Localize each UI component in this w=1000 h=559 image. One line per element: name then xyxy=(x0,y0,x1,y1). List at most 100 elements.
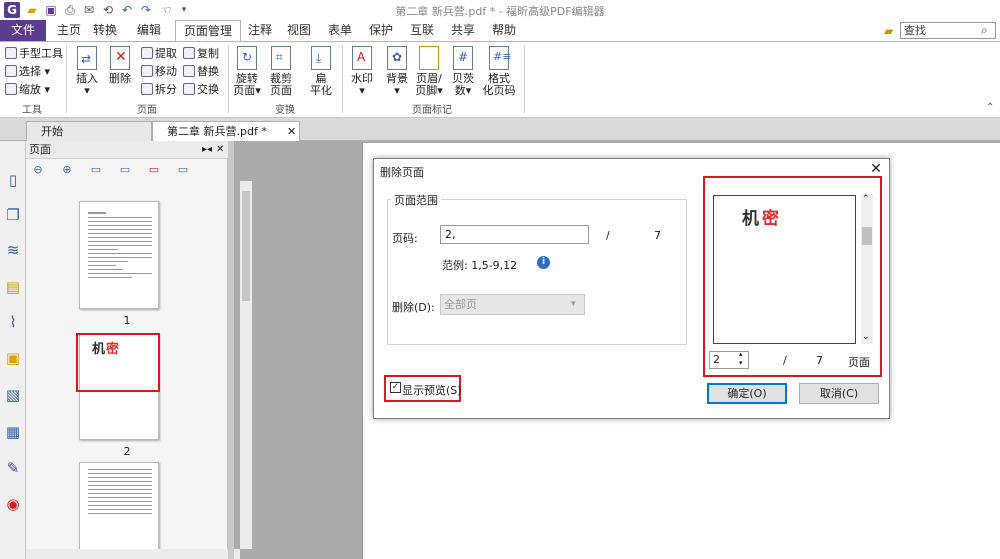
delete-range-select[interactable]: 全部页 ▾ xyxy=(440,294,585,315)
watermark-button[interactable]: A 水印 ▾ xyxy=(345,46,379,97)
move-icon xyxy=(141,65,153,77)
page-number-2: 2 xyxy=(123,445,131,458)
select-tool-button[interactable]: 选择 ▾ xyxy=(5,63,50,80)
tab-page-management[interactable]: 页面管理 xyxy=(175,20,241,42)
tab-comment[interactable]: 注释 xyxy=(243,20,277,41)
page-number-1: 1 xyxy=(123,314,131,327)
page-number-input[interactable]: 2, xyxy=(440,225,589,244)
insert-page-button[interactable]: ⇄ 插入 ▾ xyxy=(70,46,104,97)
page-zoom-in-icon[interactable]: ⊕ xyxy=(60,163,74,177)
form-fields-icon[interactable]: ▦ xyxy=(4,423,22,441)
ok-button[interactable]: 确定(O) xyxy=(707,383,787,404)
watermark-icon: A xyxy=(352,46,372,70)
select-text-icon xyxy=(5,65,17,77)
tab-connect[interactable]: 互联 xyxy=(404,20,440,41)
group-label-tools: 工具 xyxy=(22,105,42,116)
tab-start[interactable]: 开始 xyxy=(26,121,152,141)
group-divider xyxy=(524,45,525,113)
crop-page-button[interactable]: ⌗ 裁剪 页面 xyxy=(264,46,298,97)
close-panel-icon[interactable]: ✕ xyxy=(216,141,224,159)
preview-scrollbar[interactable]: ⌃ ⌄ xyxy=(861,194,873,344)
tab-convert[interactable]: 转换 xyxy=(88,20,122,41)
document-tab-bar: 开始 第二章 新兵营.pdf * ✕ xyxy=(0,118,1000,141)
extract-pages-icon[interactable]: ▭ xyxy=(118,163,132,177)
group-label-transform: 变换 xyxy=(275,105,295,116)
preview-text-a: 机 xyxy=(742,209,759,229)
delete-page-button[interactable]: ✕ 删除 xyxy=(103,46,137,85)
tab-share[interactable]: 共享 xyxy=(445,20,481,41)
panel-vertical-scrollbar[interactable] xyxy=(240,181,252,549)
file-menu[interactable]: 文件 xyxy=(0,20,46,41)
document-settings-icon[interactable]: ▧ xyxy=(4,386,22,404)
thumbnail-text-a: 机 xyxy=(92,342,106,357)
split-page-button[interactable]: 拆分 xyxy=(141,81,177,98)
preview-slash: / xyxy=(783,354,787,367)
tab-view[interactable]: 视图 xyxy=(281,20,317,41)
flatten-button[interactable]: ⤓ 扁平化 xyxy=(304,46,338,97)
insert-pages-icon[interactable]: ▭ xyxy=(89,163,103,177)
layers-icon[interactable]: ≋ xyxy=(4,241,22,259)
folder-search-icon[interactable]: ▰ xyxy=(884,24,893,38)
tab-document[interactable]: 第二章 新兵营.pdf * ✕ xyxy=(152,121,300,141)
tab-home[interactable]: 主页 xyxy=(52,20,86,41)
attachment-icon[interactable]: ⌇ xyxy=(4,313,22,331)
background-button[interactable]: ✿ 背景 ▾ xyxy=(380,46,414,97)
format-page-number-button[interactable]: #≡ 格式 化页码 xyxy=(480,46,518,97)
search-input[interactable]: 查找 ⌕ xyxy=(900,22,996,39)
copy-page-button[interactable]: 复制 xyxy=(183,45,219,62)
background-icon: ✿ xyxy=(387,46,407,70)
preview-page-stepper[interactable]: 2 ▴ ▾ xyxy=(709,350,749,369)
crop-page-icon: ⌗ xyxy=(271,46,291,70)
security-document-icon[interactable]: ◉ xyxy=(4,495,22,513)
pages-panel: 页面 ▸◂ ✕ ⊖ ⊕ ▭ ▭ ▭ ▭ 1 机密 2 xyxy=(26,141,252,559)
header-footer-icon xyxy=(419,46,439,70)
replace-page-button[interactable]: 替换 xyxy=(183,63,219,80)
preview-page: 机密 xyxy=(713,195,856,344)
comments-icon[interactable]: ▤ xyxy=(4,278,22,296)
scroll-down-icon[interactable]: ⌄ xyxy=(862,332,870,342)
tab-form[interactable]: 表单 xyxy=(322,20,358,41)
pages-thumbnail-icon[interactable]: ❐ xyxy=(4,206,22,224)
tab-protect[interactable]: 保护 xyxy=(363,20,399,41)
flatten-icon: ⤓ xyxy=(311,46,331,70)
info-icon[interactable]: i xyxy=(537,256,550,269)
tab-edit[interactable]: 编辑 xyxy=(124,20,174,41)
stepper-arrows-icon[interactable]: ▴ ▾ xyxy=(739,350,743,368)
panel-splitter[interactable] xyxy=(228,141,234,559)
hand-tool-icon xyxy=(5,47,17,59)
search-icon[interactable]: ⌕ xyxy=(981,23,988,38)
scroll-up-icon[interactable]: ⌃ xyxy=(862,194,870,204)
hand-tool-button[interactable]: 手型工具 xyxy=(5,45,63,62)
zoom-tool-button[interactable]: 缩放 ▾ xyxy=(5,81,50,98)
expand-panel-icon[interactable]: ▸◂ xyxy=(202,141,212,159)
page-thumbnail-3[interactable] xyxy=(79,462,159,552)
page-total: 7 xyxy=(654,229,661,242)
cancel-button[interactable]: 取消(C) xyxy=(799,383,879,404)
swap-page-button[interactable]: 交换 xyxy=(183,81,219,98)
signature-icon[interactable]: ✎ xyxy=(4,459,22,477)
format-page-number-icon: #≡ xyxy=(489,46,511,70)
page-thumbnail-1[interactable] xyxy=(79,201,159,309)
bates-icon: # xyxy=(453,46,473,70)
show-preview-label: 显示预览(S) xyxy=(402,384,462,397)
page-zoom-out-icon[interactable]: ⊖ xyxy=(31,163,45,177)
show-preview-checkbox[interactable]: ✓ xyxy=(390,382,401,393)
lock-icon[interactable]: ▣ xyxy=(4,349,22,367)
panel-horizontal-scrollbar[interactable] xyxy=(26,549,240,559)
delete-pages-icon[interactable]: ▭ xyxy=(147,163,161,177)
extract-page-button[interactable]: 提取 xyxy=(141,45,177,62)
group-divider xyxy=(228,45,229,113)
swap-icon xyxy=(183,83,195,95)
tab-help[interactable]: 帮助 xyxy=(486,20,522,41)
dialog-close-icon[interactable]: ✕ xyxy=(868,161,884,177)
page-icon[interactable]: ▯ xyxy=(4,171,22,189)
move-page-button[interactable]: 移动 xyxy=(141,63,177,80)
scrollbar-thumb[interactable] xyxy=(242,191,250,301)
rotate-page-button[interactable]: ↻ 旋转 页面▾ xyxy=(230,46,264,97)
preview-scroll-thumb[interactable] xyxy=(862,227,872,245)
header-footer-button[interactable]: 页眉/页脚▾ xyxy=(412,46,446,97)
close-tab-icon[interactable]: ✕ xyxy=(287,122,296,141)
page-properties-icon[interactable]: ▭ xyxy=(176,163,190,177)
bates-number-button[interactable]: # 贝茨 数▾ xyxy=(446,46,480,97)
collapse-ribbon-icon[interactable]: ⌃ xyxy=(986,102,994,113)
